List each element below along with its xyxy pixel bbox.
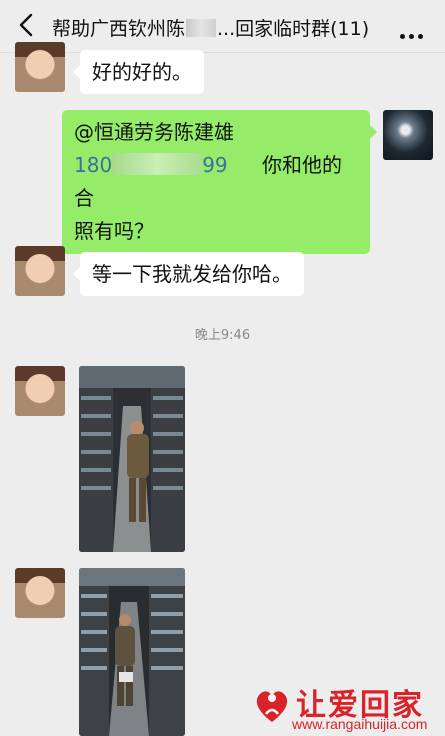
- avatar[interactable]: [15, 246, 65, 296]
- heart-logo-icon: [256, 691, 288, 722]
- avatar[interactable]: [15, 568, 65, 618]
- chevron-left-icon[interactable]: [16, 12, 38, 38]
- avatar[interactable]: [15, 42, 65, 92]
- message-line: 180 99 你和他的合: [74, 149, 358, 215]
- chat-header: 帮助广西钦州陈 ...回家临时群(11): [0, 0, 445, 53]
- redacted-mask: [112, 153, 203, 175]
- message-text: 等一下我就发给你哈。: [92, 262, 292, 286]
- mention-text: @恒通劳务陈建雄: [74, 116, 358, 149]
- phone-start: 180: [74, 153, 113, 177]
- phone-number[interactable]: 180 99: [74, 153, 228, 177]
- timestamp: 晚上9:46: [194, 328, 251, 343]
- watermark-url: www.rangaihuijia.com: [292, 716, 428, 732]
- chat-title: 帮助广西钦州陈 ...回家临时群(11): [52, 14, 369, 41]
- message-text: 好的好的。: [92, 60, 192, 84]
- photo-message[interactable]: [79, 568, 185, 736]
- watermark-logo: 让爱回家 www.rangaihuijia.com: [246, 676, 445, 736]
- redacted-mask: [186, 19, 217, 37]
- mention-label: @恒通劳务陈建雄: [74, 120, 234, 144]
- message-text: 照有吗？: [74, 219, 154, 243]
- photo-message[interactable]: [79, 366, 185, 552]
- avatar[interactable]: [15, 366, 65, 416]
- more-dots-icon[interactable]: [396, 24, 423, 43]
- avatar[interactable]: [383, 110, 433, 160]
- phone-end: 99: [202, 153, 228, 177]
- chat-title-suffix: ...回家临时群(11): [217, 18, 370, 40]
- message-bubble: @恒通劳务陈建雄 180 99 你和他的合 照有吗？: [62, 110, 377, 254]
- message-bubble: 等一下我就发给你哈。: [73, 252, 304, 296]
- message-bubble: 好的好的。: [73, 50, 204, 94]
- chat-title-prefix: 帮助广西钦州陈: [52, 18, 186, 40]
